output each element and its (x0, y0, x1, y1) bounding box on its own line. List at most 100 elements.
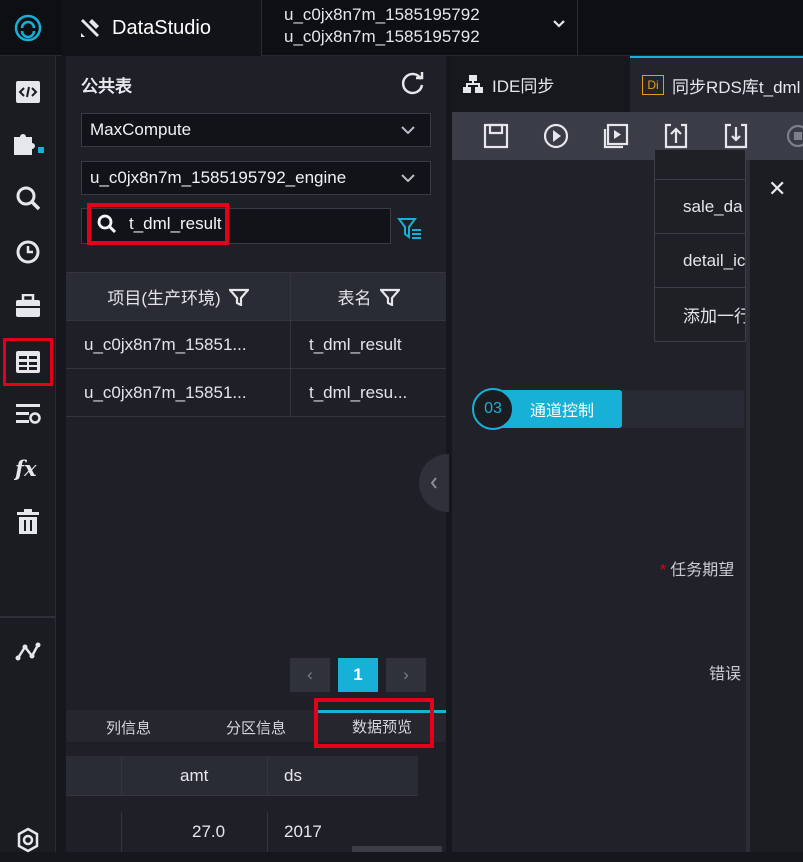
engine-type-value: MaxCompute (90, 120, 192, 139)
settings-icon (17, 827, 39, 853)
publish-icon (724, 123, 748, 149)
step-channel-control: 通道控制 03 (472, 388, 744, 432)
pager-next-button[interactable]: › (386, 658, 426, 692)
tables-list: 项目(生产环境) 表名 u_c0jx8n7m_15851... t_dml_re… (66, 272, 446, 417)
trash-icon (17, 509, 39, 534)
brand[interactable]: DataStudio (62, 0, 262, 56)
horizontal-scrollbar[interactable] (352, 846, 442, 852)
table-search-input[interactable]: t_dml_result (81, 203, 391, 245)
editor-tab-rds-sync[interactable]: Di 同步RDS库t_dml (630, 56, 803, 112)
nav-code[interactable] (6, 70, 50, 114)
column-header-table-name[interactable]: 表名 (291, 273, 446, 320)
row-project: u_c0jx8n7m_15851... (66, 369, 291, 416)
panel-title: 公共表 (81, 77, 132, 96)
table-row[interactable]: u_c0jx8n7m_15851... t_dml_result (66, 321, 446, 369)
public-tables-panel: 公共表 MaxCompute u_c0jx8n7m_1585195792_eng… (66, 56, 449, 852)
search-highlight: t_dml_result (87, 203, 229, 245)
nav-history[interactable] (6, 230, 50, 274)
tools-icon (81, 19, 99, 37)
editor-tabs: IDE同步 Di 同步RDS库t_dml (452, 56, 803, 112)
sitemap-icon (463, 75, 483, 93)
stop-button[interactable] (782, 122, 803, 150)
search-icon (16, 186, 41, 211)
clock-icon (16, 240, 40, 264)
preview-col-ds: ds (284, 765, 302, 785)
publish-button[interactable] (722, 122, 750, 150)
filter-list-icon[interactable] (397, 216, 423, 240)
nav-settings[interactable] (6, 818, 50, 862)
app-logo[interactable] (0, 0, 56, 56)
save-icon (483, 123, 509, 149)
row-table-name: t_dml_resu... (309, 382, 408, 402)
row-table-name: t_dml_result (309, 334, 402, 354)
project-line1: u_c0jx8n7m_1585195792 (284, 5, 480, 24)
nav-resources[interactable] (6, 284, 50, 328)
code-icon (16, 81, 40, 103)
tab-partition-info[interactable]: 分区信息 (226, 712, 286, 742)
tab-highlight (314, 698, 434, 748)
label-error-records: 错误 (709, 666, 742, 683)
editor-area: IDE同步 Di 同步RDS库t_dml sale_da detail_ic 添… (452, 56, 803, 852)
di-icon: Di (642, 75, 664, 95)
nav-recycle-bin[interactable] (6, 500, 50, 544)
run-button[interactable] (542, 122, 570, 150)
preview-cell-amt: 27.0 (122, 812, 268, 852)
collapse-panel-button[interactable] (419, 454, 449, 512)
detail-tabs: 列信息 分区信息 数据预览 (66, 698, 446, 748)
chevron-down-icon (553, 20, 565, 28)
filter-icon[interactable] (379, 288, 400, 306)
search-value: t_dml_result (129, 214, 222, 233)
stop-icon (786, 124, 803, 148)
data-preview-table: amt ds 27.0 2017 (66, 756, 418, 852)
table-row[interactable]: u_c0jx8n7m_15851... t_dml_resu... (66, 369, 446, 417)
engine-name-value: u_c0jx8n7m_1585195792_engine (90, 168, 347, 187)
nav-graph[interactable] (6, 630, 50, 674)
editor-content: sale_da detail_ic 添加一行 通道控制 03 * 任务期望 错误 … (452, 150, 803, 852)
side-drawer: ✕ (746, 160, 803, 852)
editor-tab-ide-sync[interactable]: IDE同步 (462, 56, 554, 112)
step-number: 03 (472, 388, 514, 430)
editor-toolbar (452, 112, 803, 160)
left-nav: fx (0, 56, 56, 853)
nav-public-tables[interactable] (3, 338, 53, 386)
list-item[interactable]: sale_da (654, 180, 746, 234)
preview-index-header (66, 756, 122, 795)
close-icon[interactable]: ✕ (768, 176, 786, 202)
graph-icon (15, 642, 41, 661)
pager-prev-button[interactable]: ‹ (290, 658, 330, 692)
tab-column-info[interactable]: 列信息 (106, 712, 151, 742)
nav-list-settings[interactable] (6, 392, 50, 436)
refresh-icon[interactable] (400, 70, 426, 96)
top-bar: DataStudio u_c0jx8n7m_1585195792 u_c0jx8… (0, 0, 803, 56)
pager-current-page[interactable]: 1 (338, 658, 378, 692)
label-expected-concurrency: * 任务期望 (660, 562, 735, 579)
list-settings-icon (16, 404, 41, 424)
play-square-icon (603, 123, 629, 149)
engine-name-select[interactable]: u_c0jx8n7m_1585195792_engine (81, 161, 431, 195)
nav-search[interactable] (6, 176, 50, 220)
brand-name: DataStudio (112, 16, 211, 39)
save-button[interactable] (482, 122, 510, 150)
preview-header-row: amt ds (66, 756, 418, 796)
submit-button[interactable] (662, 122, 690, 150)
logo-icon (14, 14, 42, 42)
preview-col-amt: amt (122, 756, 268, 795)
list-item[interactable] (654, 150, 746, 180)
chevron-left-icon (430, 477, 437, 489)
engine-type-select[interactable]: MaxCompute (81, 113, 431, 147)
required-marker: * (660, 562, 667, 579)
nav-components[interactable] (6, 122, 50, 166)
nav-functions[interactable]: fx (6, 446, 50, 490)
upload-icon (664, 123, 688, 149)
function-icon: fx (14, 456, 37, 480)
puzzle-icon (14, 134, 44, 155)
table-header-row: 项目(生产环境) 表名 (66, 272, 446, 321)
list-item[interactable]: detail_ic (654, 234, 746, 288)
run-with-params-button[interactable] (602, 122, 630, 150)
add-row-button[interactable]: 添加一行 (654, 288, 746, 342)
column-header-project[interactable]: 项目(生产环境) (66, 273, 291, 320)
project-selector[interactable]: u_c0jx8n7m_1585195792 u_c0jx8n7m_1585195… (266, 0, 578, 56)
filter-icon[interactable] (228, 288, 249, 306)
project-line2: u_c0jx8n7m_1585195792 (284, 27, 480, 46)
row-project: u_c0jx8n7m_15851... (66, 321, 291, 368)
